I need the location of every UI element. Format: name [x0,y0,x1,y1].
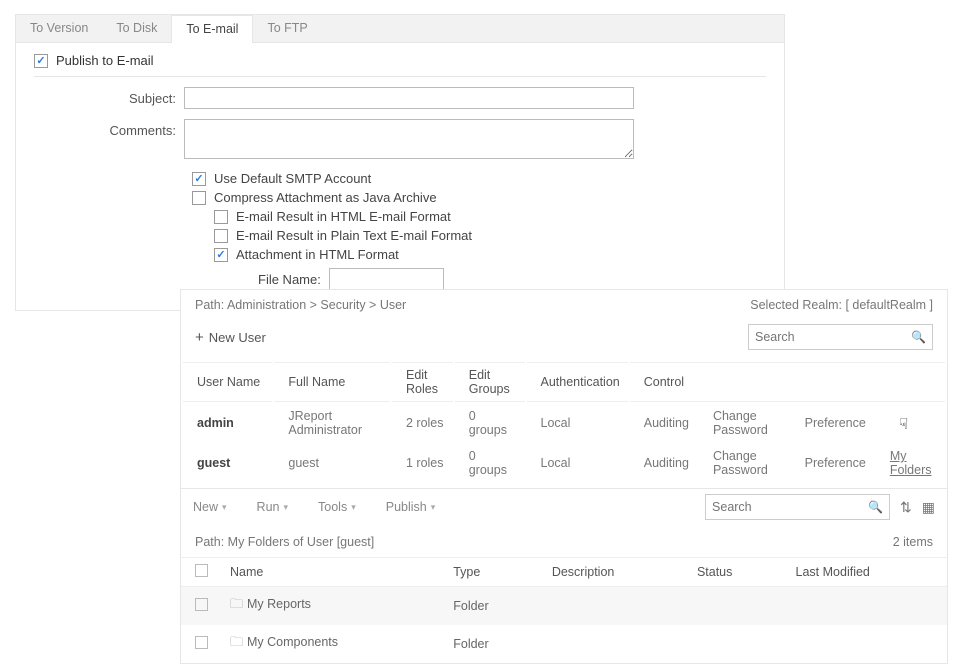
user-search-box[interactable]: 🔍 [748,324,933,350]
folder-browser-panel: New▾ Run▾ Tools▾ Publish▾ 🔍 ⇅ ▦ Path: My… [180,488,948,664]
new-user-button[interactable]: + New User [195,329,266,346]
cell-modified [782,587,947,626]
cell-name[interactable]: 🗀My Reports [216,587,439,626]
cell-auth: Local [527,404,628,442]
cell-status [683,587,782,626]
col-status[interactable]: Status [683,558,782,587]
subject-label: Subject: [34,87,184,109]
publish-menu-button[interactable]: Publish▾ [386,500,436,514]
cell-myfolders[interactable] [876,404,945,442]
result-html-label: E-mail Result in HTML E-mail Format [236,209,451,224]
cell-roles[interactable]: 2 roles [392,404,453,442]
chevron-down-icon: ▾ [431,502,436,513]
col-auth[interactable]: Authentication [527,362,628,402]
cell-auth: Local [527,444,628,482]
plus-icon: + [195,329,204,346]
cell-fullname: JReport Administrator [274,404,390,442]
cell-changepw[interactable]: Change Password [699,404,789,442]
folder-table: Name Type Description Status Last Modifi… [181,557,947,663]
publish-email-checkbox[interactable] [34,54,48,68]
col-desc[interactable]: Description [538,558,683,587]
filename-label: File Name: [258,272,321,287]
new-menu-button[interactable]: New▾ [193,500,227,514]
tab-to-email[interactable]: To E-mail [171,15,253,43]
publish-email-label: Publish to E-mail [56,53,154,68]
tab-to-disk[interactable]: To Disk [102,15,171,42]
row-checkbox[interactable] [195,636,208,649]
chevron-down-icon: ▾ [222,502,227,513]
compress-java-checkbox[interactable] [192,191,206,205]
breadcrumb: Path: Administration > Security > User [195,298,406,312]
cell-type: Folder [439,625,538,663]
comments-label: Comments: [34,119,184,159]
col-editgroups[interactable]: Edit Groups [455,362,525,402]
cell-username[interactable]: admin [183,404,272,442]
tab-to-version[interactable]: To Version [16,15,102,42]
grid-view-icon[interactable]: ▦ [922,499,935,516]
cell-roles[interactable]: 1 roles [392,444,453,482]
row-checkbox[interactable] [195,598,208,611]
smtp-default-label: Use Default SMTP Account [214,171,371,186]
cell-desc [538,587,683,626]
chevron-down-icon: ▾ [283,502,288,513]
col-name[interactable]: Name [216,558,439,587]
cell-username[interactable]: guest [183,444,272,482]
search-icon: 🔍 [911,330,926,344]
result-plain-checkbox[interactable] [214,229,228,243]
cell-name[interactable]: 🗀My Components [216,625,439,663]
smtp-default-checkbox[interactable] [192,172,206,186]
browser-search-box[interactable]: 🔍 [705,494,890,520]
subject-input[interactable] [184,87,634,109]
table-row[interactable]: adminJReport Administrator2 roles0 group… [183,404,945,442]
col-editroles[interactable]: Edit Roles [392,362,453,402]
attach-html-checkbox[interactable] [214,248,228,262]
selected-realm: Selected Realm: [ defaultRealm ] [750,298,933,312]
compress-java-label: Compress Attachment as Java Archive [214,190,437,205]
user-search-input[interactable] [755,330,905,344]
cell-fullname: guest [274,444,390,482]
table-row[interactable]: 🗀My ReportsFolder [181,587,947,626]
tools-menu-button[interactable]: Tools▾ [318,500,356,514]
cell-type: Folder [439,587,538,626]
search-icon: 🔍 [868,500,883,514]
publish-email-panel: To Version To Disk To E-mail To FTP Publ… [15,14,785,311]
cell-preference[interactable]: Preference [791,404,874,442]
select-all-checkbox[interactable] [195,564,208,577]
browser-search-input[interactable] [712,500,862,514]
cell-preference[interactable]: Preference [791,444,874,482]
sort-icon[interactable]: ⇅ [900,499,912,516]
attach-html-label: Attachment in HTML Format [236,247,399,262]
folder-icon: 🗀 [230,633,243,655]
cell-groups[interactable]: 0 groups [455,404,525,442]
cell-auditing[interactable]: Auditing [630,444,697,482]
result-html-checkbox[interactable] [214,210,228,224]
cell-modified [782,625,947,663]
folder-icon: 🗀 [230,595,243,617]
cell-status [683,625,782,663]
item-count: 2 items [893,535,933,549]
cell-myfolders[interactable]: My Folders [876,444,945,482]
tab-to-ftp[interactable]: To FTP [253,15,321,42]
publish-tabbar: To Version To Disk To E-mail To FTP [16,15,784,43]
chevron-down-icon: ▾ [351,502,356,513]
new-user-label: New User [209,330,266,345]
run-menu-button[interactable]: Run▾ [257,500,288,514]
users-panel: Path: Administration > Security > User S… [180,289,948,489]
col-fullname[interactable]: Full Name [274,362,390,402]
col-type[interactable]: Type [439,558,538,587]
col-username[interactable]: User Name [183,362,272,402]
comments-textarea[interactable] [184,119,634,159]
filename-input[interactable] [329,268,444,290]
table-row[interactable]: 🗀My ComponentsFolder [181,625,947,663]
table-row[interactable]: guestguest1 roles0 groupsLocalAuditingCh… [183,444,945,482]
col-control[interactable]: Control [630,362,945,402]
cell-auditing[interactable]: Auditing [630,404,697,442]
cell-desc [538,625,683,663]
result-plain-label: E-mail Result in Plain Text E-mail Forma… [236,228,472,243]
browser-path-label: Path: My Folders of User [guest] [195,535,374,549]
cell-groups[interactable]: 0 groups [455,444,525,482]
cell-changepw[interactable]: Change Password [699,444,789,482]
col-modified[interactable]: Last Modified [782,558,947,587]
